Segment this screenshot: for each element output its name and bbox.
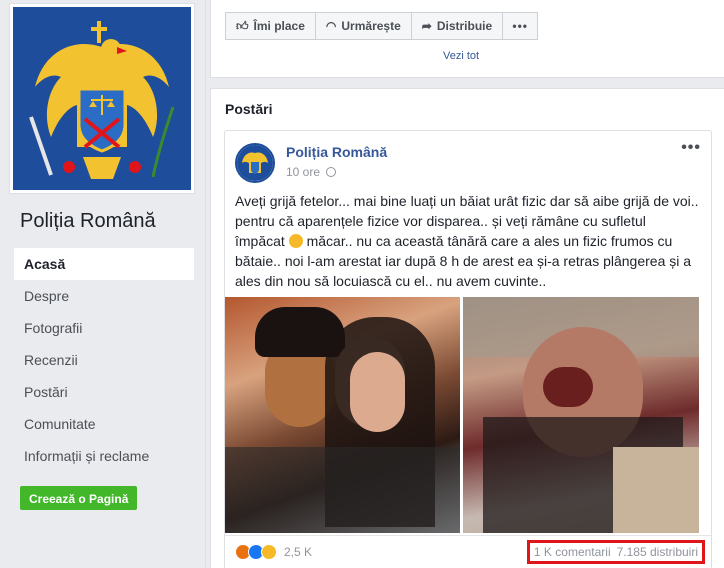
like-page-button[interactable]: 👍︎ Îmi place	[225, 12, 316, 40]
share-label: Distribuie	[436, 19, 493, 33]
nav-item-posts[interactable]: Postări	[14, 376, 194, 408]
left-column: Poliția Română Acasă Despre Fotografii R…	[0, 0, 205, 568]
posts-heading: Postări	[225, 101, 273, 117]
share-button[interactable]: ➦ Distribuie	[410, 12, 504, 40]
coat-of-arms-logo	[13, 7, 191, 190]
follow-button[interactable]: ◠ Urmărește	[314, 12, 412, 40]
post-text-part-2: măcar.. nu ca această tânără care a ales…	[235, 233, 692, 289]
column-divider	[205, 0, 206, 568]
post: Poliția Română 10 ore ••• Aveți grijă fe…	[224, 130, 712, 568]
nav-item-community[interactable]: Comunitate	[14, 408, 194, 440]
action-row: 👍︎ Îmi place ◠ Urmărește ➦ Distribuie ••…	[225, 12, 539, 40]
globe-icon	[326, 167, 337, 177]
share-arrow-icon: ➦	[421, 19, 432, 33]
follow-label: Urmărește	[341, 19, 401, 33]
post-footer: 2,5 K 1 K comentarii 7.185 distribuiri	[225, 535, 711, 568]
nav-item-photos[interactable]: Fotografii	[14, 312, 194, 344]
post-text: Aveți grijă fetelor... mai bine luați un…	[235, 191, 699, 291]
create-page-button[interactable]: Creează o Pagină	[20, 486, 138, 510]
post-author-avatar[interactable]	[235, 143, 275, 183]
post-options-button[interactable]: •••	[681, 139, 701, 157]
rss-icon: ◠	[325, 19, 337, 33]
left-nav: Acasă Despre Fotografii Recenzii Postări…	[14, 248, 194, 472]
wow-reaction-icon	[261, 544, 277, 560]
comments-count-link[interactable]: 1 K comentarii	[534, 543, 611, 561]
post-time-label: 10 ore	[286, 165, 321, 179]
shares-count-link[interactable]: 7.185 distribuiri	[617, 543, 698, 561]
nav-item-reviews[interactable]: Recenzii	[14, 344, 194, 376]
reaction-count: 2,5 K	[284, 545, 313, 559]
page-name[interactable]: Poliția Română	[20, 210, 156, 233]
post-author-name[interactable]: Poliția Română	[286, 144, 387, 160]
see-all-link[interactable]: Vezi tot	[443, 50, 479, 62]
reactions-summary[interactable]: 2,5 K	[235, 544, 312, 560]
page-actions-card: 👍︎ Îmi place ◠ Urmărește ➦ Distribuie ••…	[210, 0, 724, 78]
upside-down-face-emoji-icon	[288, 234, 303, 248]
nav-item-about[interactable]: Despre	[14, 280, 194, 312]
like-label: Îmi place	[253, 19, 305, 33]
post-photo-injured[interactable]	[463, 297, 699, 533]
post-photo-couple[interactable]	[225, 297, 460, 533]
nav-item-info-ads[interactable]: Informații și reclame	[14, 440, 194, 472]
profile-picture[interactable]	[9, 3, 195, 194]
post-timestamp[interactable]: 10 ore	[286, 165, 337, 179]
thumbs-up-icon: 👍︎	[236, 18, 249, 33]
nav-item-home[interactable]: Acasă	[14, 248, 194, 280]
more-options-button[interactable]: •••	[502, 12, 539, 40]
posts-section: Postări Poliția Română 10 ore ••• Aveți …	[210, 88, 724, 568]
highlighted-stats-box: 1 K comentarii 7.185 distribuiri	[526, 540, 705, 564]
